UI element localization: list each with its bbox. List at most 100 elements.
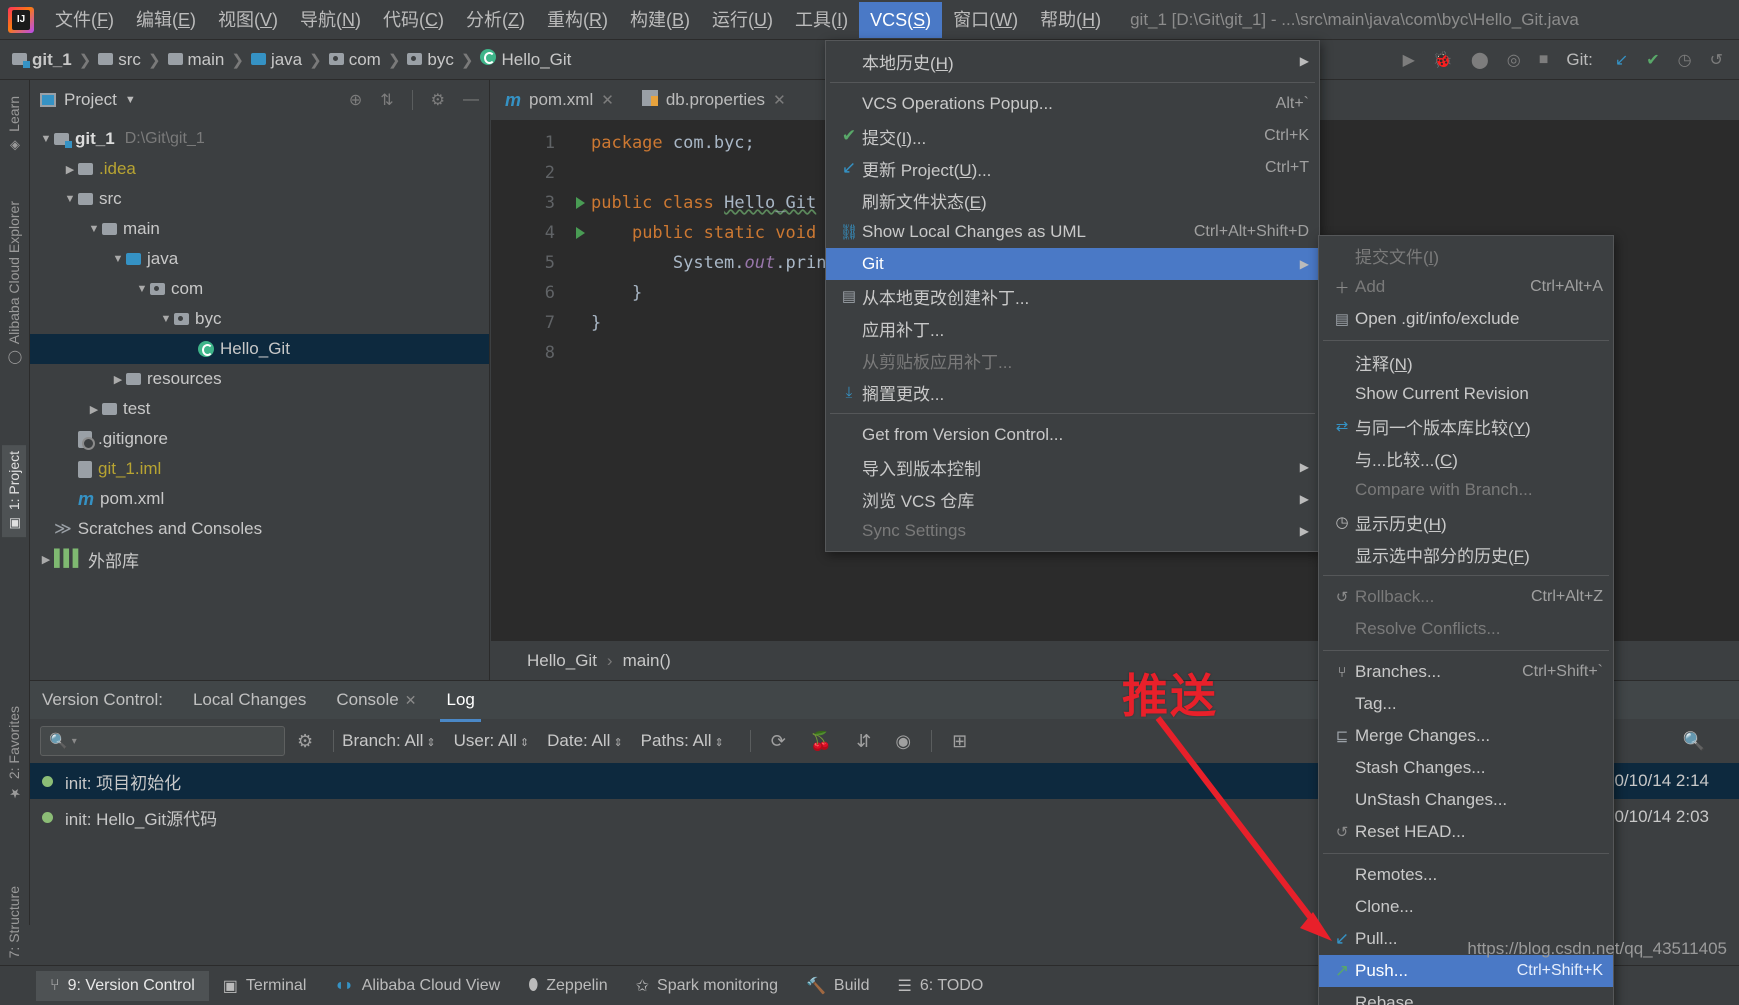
rollback-icon[interactable]: ↺: [1710, 50, 1723, 70]
minimize-icon[interactable]: —: [463, 91, 479, 109]
run-with-coverage-icon[interactable]: ⬤: [1471, 50, 1489, 70]
tree-node-byc[interactable]: ▼byc: [30, 304, 489, 334]
tool-window-tab-alibabacloudexplorer[interactable]: ◯Alibaba Cloud Explorer: [2, 195, 26, 371]
editor-tab-dbproperties[interactable]: db.properties✕: [628, 80, 800, 120]
vcs-menu-item-应用补丁[interactable]: 应用补丁...: [826, 312, 1319, 344]
editor-tab-pomxml[interactable]: mpom.xml✕: [491, 80, 628, 120]
tree-node-.gitignore[interactable]: .gitignore: [30, 424, 489, 454]
vcs-menu-item-git[interactable]: Git▶: [826, 248, 1319, 280]
log-filter-user[interactable]: User: All⇕: [454, 731, 530, 751]
tool-window-tab-project[interactable]: ▣1: Project: [2, 445, 26, 537]
menu-item-2[interactable]: 视图(V): [207, 2, 289, 38]
vcs-menu-item-getfromversioncontrol[interactable]: Get from Version Control...: [826, 419, 1319, 451]
close-icon[interactable]: ✕: [601, 91, 614, 109]
tool-window-tab-learn[interactable]: ◈Learn: [2, 90, 26, 159]
close-icon[interactable]: ✕: [773, 91, 786, 109]
tree-expander[interactable]: ▼: [62, 193, 78, 205]
run-gutter-icon[interactable]: [576, 227, 585, 239]
tree-node-resources[interactable]: ▶resources: [30, 364, 489, 394]
statusbar-item-build[interactable]: 🔨Build: [792, 970, 884, 1002]
git-menu-item-stashchanges[interactable]: Stash Changes...: [1319, 752, 1613, 784]
git-menu-item-显示历史h[interactable]: ◷显示历史(H): [1319, 506, 1613, 538]
update-project-icon[interactable]: ↙: [1615, 50, 1628, 70]
tree-node-Hello_Git[interactable]: Hello_Git: [30, 334, 489, 364]
git-menu-item-注释n[interactable]: 注释(N): [1319, 346, 1613, 378]
tree-node-java[interactable]: ▼java: [30, 244, 489, 274]
statusbar-item-terminal[interactable]: ▣Terminal: [209, 970, 321, 1002]
search-everywhere-icon[interactable]: 🔍: [1683, 731, 1727, 752]
menu-item-7[interactable]: 构建(B): [619, 2, 701, 38]
breadcrumb[interactable]: git_1❯src❯main❯java❯com❯byc❯Hello_Git: [12, 49, 571, 70]
run-icon[interactable]: ▶: [1403, 50, 1415, 70]
statusbar-item-todo[interactable]: ☰6: TODO: [883, 970, 997, 1002]
tree-expander[interactable]: ▼: [110, 253, 126, 265]
breadcrumb-item-Hello_Git[interactable]: Hello_Git: [480, 49, 571, 70]
vcs-menu-item-搁置更改[interactable]: ⤓搁置更改...: [826, 376, 1319, 408]
vcs-menu-item-更新projectu[interactable]: ↙更新 Project(U)...Ctrl+T: [826, 152, 1319, 184]
log-filter-date[interactable]: Date: All⇕: [547, 731, 623, 751]
tree-node-.idea[interactable]: ▶.idea: [30, 154, 489, 184]
git-menu-item-与比较c[interactable]: 与...比较...(C): [1319, 442, 1613, 474]
vcs-menu-item-导入到版本控制[interactable]: 导入到版本控制▶: [826, 451, 1319, 483]
git-menu-item-clone[interactable]: Clone...: [1319, 891, 1613, 923]
menu-item-12[interactable]: 帮助(H): [1029, 2, 1112, 38]
menu-item-4[interactable]: 代码(C): [372, 2, 455, 38]
tree-node-ScratchesandConsoles[interactable]: ≫Scratches and Consoles: [30, 514, 489, 544]
log-filter-branch[interactable]: Branch: All⇕: [342, 731, 435, 751]
menu-item-1[interactable]: 编辑(E): [125, 2, 207, 38]
tree-expander[interactable]: ▼: [134, 283, 150, 295]
git-menu-item-resethead[interactable]: ↺Reset HEAD...: [1319, 816, 1613, 848]
breadcrumb-item-com[interactable]: com: [329, 50, 381, 70]
sort-icon[interactable]: ⇵: [856, 731, 871, 752]
cherry-pick-icon[interactable]: 🍒: [810, 731, 832, 752]
tree-expander[interactable]: ▶: [38, 553, 54, 566]
menu-item-10[interactable]: VCS(S): [859, 2, 942, 38]
tree-node-[interactable]: ▶▌▌▌外部库: [30, 544, 489, 574]
profiler-icon[interactable]: ◎: [1507, 50, 1521, 70]
history-icon[interactable]: ◷: [1678, 50, 1692, 70]
git-submenu[interactable]: 提交文件(I)＋AddCtrl+Alt+A▤Open .git/info/exc…: [1318, 235, 1614, 1005]
stop-icon[interactable]: ■: [1539, 51, 1549, 69]
git-menu-item-push[interactable]: ↗Push...Ctrl+Shift+K: [1319, 955, 1613, 987]
chevron-down-icon[interactable]: ▾: [72, 736, 77, 747]
editor-breadcrumb-class[interactable]: Hello_Git: [527, 651, 597, 671]
vcs-menu-item-提交i[interactable]: ✔提交(I)...Ctrl+K: [826, 120, 1319, 152]
git-menu-item-tag[interactable]: Tag...: [1319, 688, 1613, 720]
tree-expander[interactable]: ▶: [62, 163, 78, 176]
git-menu-item-branches[interactable]: ⑂Branches...Ctrl+Shift+`: [1319, 656, 1613, 688]
vcs-menu-item-vcsoperationspopup[interactable]: VCS Operations Popup...Alt+`: [826, 88, 1319, 120]
statusbar-item-alibabacloudview[interactable]: ◖◗Alibaba Cloud View: [320, 971, 514, 1001]
statusbar-item-versioncontrol[interactable]: ⑂9: Version Control: [36, 971, 209, 1001]
git-menu-item-opengitinfoexclude[interactable]: ▤Open .git/info/exclude: [1319, 303, 1613, 335]
git-menu-item-mergechanges[interactable]: ⊑Merge Changes...: [1319, 720, 1613, 752]
tree-node-git_1[interactable]: ▼git_1D:\Git\git_1: [30, 124, 489, 154]
breadcrumb-item-byc[interactable]: byc: [407, 50, 453, 70]
vcs-menu-item-从本地更改创建补丁[interactable]: ▤从本地更改创建补丁...: [826, 280, 1319, 312]
git-menu-item-remotes[interactable]: Remotes...: [1319, 859, 1613, 891]
menu-item-11[interactable]: 窗口(W): [942, 2, 1029, 38]
git-menu-item-unstashchanges[interactable]: UnStash Changes...: [1319, 784, 1613, 816]
tool-window-tab-favorites[interactable]: ★2: Favorites: [2, 700, 26, 806]
tree-node-src[interactable]: ▼src: [30, 184, 489, 214]
statusbar-item-zeppelin[interactable]: ⬮Zeppelin: [514, 971, 621, 1001]
vcs-dropdown-menu[interactable]: 本地历史(H)▶VCS Operations Popup...Alt+`✔提交(…: [825, 40, 1320, 552]
show-details-icon[interactable]: ◉: [895, 731, 911, 752]
menu-item-6[interactable]: 重构(R): [536, 2, 619, 38]
editor-breadcrumb-method[interactable]: main(): [623, 651, 671, 671]
vcs-menu-item-浏览vcs仓库[interactable]: 浏览 VCS 仓库▶: [826, 483, 1319, 515]
vcs-menu-item-showlocalchangesasuml[interactable]: ⛓Show Local Changes as UMLCtrl+Alt+Shift…: [826, 216, 1319, 248]
collapse-all-icon[interactable]: ⇅: [380, 90, 393, 110]
tree-node-pom.xml[interactable]: mpom.xml: [30, 484, 489, 514]
gear-icon[interactable]: ⚙: [297, 731, 313, 752]
debug-icon[interactable]: 🐞: [1433, 50, 1453, 70]
add-tab-icon[interactable]: ⊞: [952, 731, 967, 752]
vc-tab-log[interactable]: Log: [444, 682, 476, 718]
menu-item-8[interactable]: 运行(U): [701, 2, 784, 38]
statusbar-item-sparkmonitoring[interactable]: ✩Spark monitoring: [622, 970, 792, 1002]
git-menu-item-showcurrentrevision[interactable]: Show Current Revision: [1319, 378, 1613, 410]
search-input[interactable]: 🔍 ▾: [40, 726, 285, 756]
git-menu-item-与同一个版本库比较y[interactable]: ⇄与同一个版本库比较(Y): [1319, 410, 1613, 442]
locate-icon[interactable]: ⊕: [349, 90, 362, 110]
tree-node-git_1.iml[interactable]: git_1.iml: [30, 454, 489, 484]
menu-item-9[interactable]: 工具(I): [784, 2, 859, 38]
